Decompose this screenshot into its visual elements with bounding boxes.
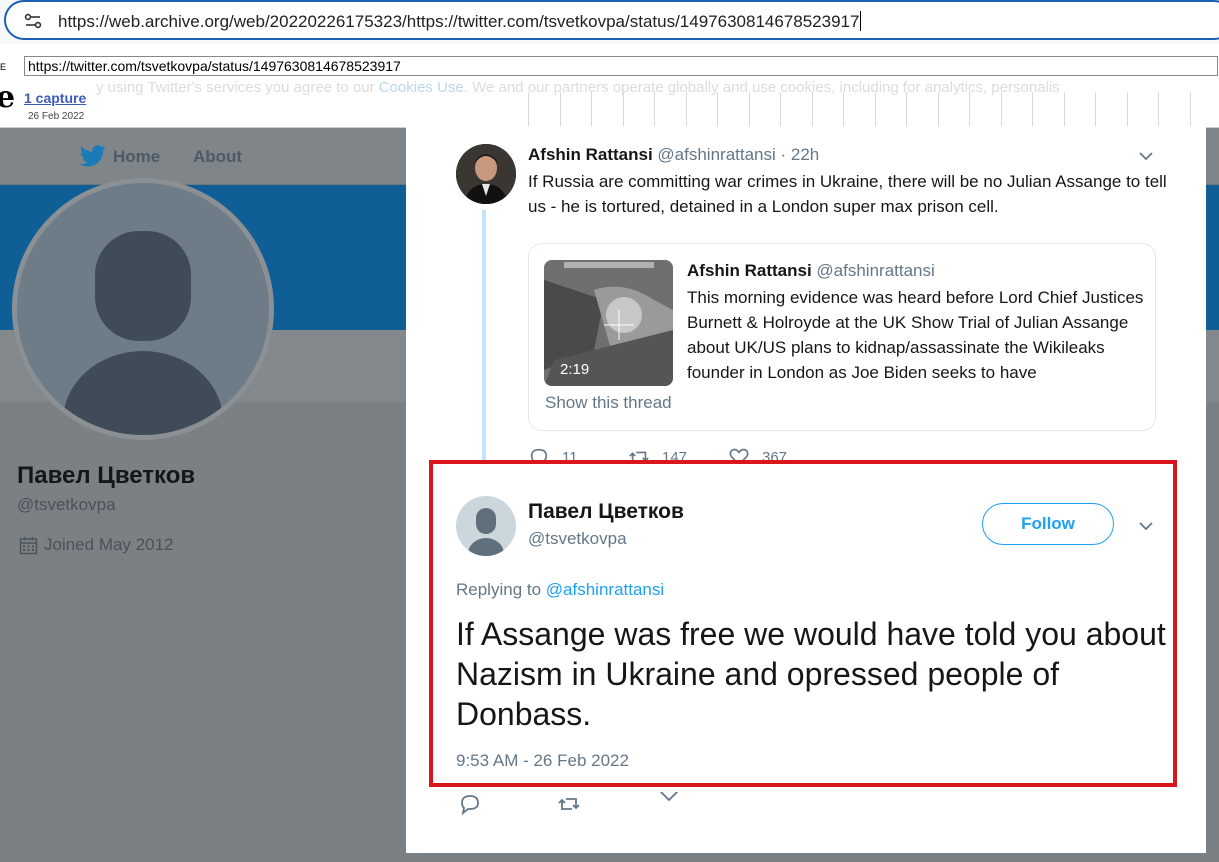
default-avatar-icon — [468, 508, 504, 556]
quoted-tweet-text: This morning evidence was heard before L… — [687, 288, 1144, 382]
text-caret — [860, 11, 862, 31]
profile-handle: @tsvetkovpa — [17, 495, 116, 514]
joined-date: Joined May 2012 — [44, 535, 174, 554]
main-tweet-avatar[interactable] — [456, 496, 516, 556]
wayback-logo-fragment: E — [0, 62, 7, 72]
nav-home-link[interactable]: Home — [113, 147, 160, 167]
main-tweet-handle[interactable]: @tsvetkovpa — [528, 529, 627, 549]
captures-link[interactable]: 1 capture — [24, 90, 86, 106]
like-icon[interactable] — [657, 792, 681, 804]
wayback-url-input[interactable]: https://twitter.com/tsvetkovpa/status/14… — [24, 56, 1218, 76]
tweet-permalink-panel: Afshin Rattansi @afshinrattansi · 22h If… — [406, 126, 1206, 853]
quoted-tweet-card[interactable]: 2:19 Afshin Rattansi @afshinrattansi Thi… — [528, 243, 1156, 431]
main-tweet-author[interactable]: Павел Цветков — [528, 500, 684, 524]
retweet-action[interactable]: 147 — [628, 446, 687, 460]
main-tweet-actions — [456, 792, 756, 816]
reply-icon — [530, 448, 548, 460]
person-photo-icon — [456, 144, 516, 204]
like-count: 367 — [762, 448, 788, 461]
address-text: https://web.archive.org/web/202202261753… — [58, 12, 860, 31]
parent-tweet-author[interactable]: Afshin Rattansi — [528, 145, 653, 164]
parent-tweet-avatar[interactable] — [456, 144, 516, 204]
address-input[interactable]: https://web.archive.org/web/202202261753… — [4, 0, 1219, 40]
like-action[interactable]: 367 — [728, 446, 787, 460]
tune-icon[interactable] — [24, 12, 42, 30]
retweet-count: 147 — [662, 448, 688, 461]
reply-action[interactable]: 11 — [528, 446, 578, 460]
quoted-tweet-author: Afshin Rattansi — [687, 261, 812, 280]
parent-tweet-header: Afshin Rattansi @afshinrattansi · 22h — [528, 145, 819, 165]
profile-avatar[interactable] — [12, 178, 274, 440]
quoted-tweet-header: Afshin Rattansi @afshinrattansi — [687, 261, 935, 281]
main-tweet-text: If Assange was free we would have told y… — [456, 616, 1166, 732]
quoted-tweet-handle: @afshinrattansi — [816, 261, 935, 280]
replying-mention-link[interactable]: @afshinrattansi — [546, 580, 664, 599]
default-avatar-icon — [63, 231, 223, 435]
chevron-down-icon[interactable] — [1138, 518, 1154, 534]
calendar-icon — [19, 537, 38, 555]
main-tweet-timestamp[interactable]: 9:53 AM - 26 Feb 2022 — [456, 751, 629, 771]
capture-sparkline[interactable] — [528, 92, 1219, 127]
chevron-down-icon[interactable] — [1138, 148, 1154, 164]
follow-button[interactable]: Follow — [982, 503, 1114, 545]
browser-address-bar: https://web.archive.org/web/202202261753… — [0, 0, 1219, 44]
replying-prefix: Replying to — [456, 580, 546, 599]
nav-about-link[interactable]: About — [193, 147, 242, 167]
capture-date: 26 Feb 2022 — [28, 111, 85, 122]
video-duration: 2:19 — [560, 361, 590, 378]
retweet-icon — [629, 451, 649, 460]
parent-tweet-meta: @afshinrattansi · 22h — [657, 145, 820, 164]
reply-icon[interactable] — [458, 792, 482, 816]
thread-connector — [482, 210, 486, 460]
wayback-logo[interactable]: e — [0, 80, 15, 115]
twitter-bird-icon[interactable] — [80, 145, 106, 167]
replying-to: Replying to @afshinrattansi — [456, 580, 664, 600]
show-thread-link[interactable]: Show this thread — [545, 393, 672, 413]
wayback-toolbar: E e y using Twitter's services you agree… — [0, 48, 1219, 128]
like-icon — [729, 448, 749, 460]
parent-tweet-actions: 11 147 367 — [528, 444, 928, 460]
video-thumbnail[interactable]: 2:19 — [544, 260, 673, 386]
retweet-icon[interactable] — [557, 792, 581, 816]
parent-tweet-text: If Russia are committing war crimes in U… — [528, 172, 1167, 216]
cookie-link[interactable]: Cookies Use — [379, 79, 464, 96]
profile-name: Павел Цветков — [17, 462, 196, 489]
reply-count: 11 — [562, 448, 578, 461]
cookie-text-before: y using Twitter's services you agree to … — [96, 79, 379, 96]
